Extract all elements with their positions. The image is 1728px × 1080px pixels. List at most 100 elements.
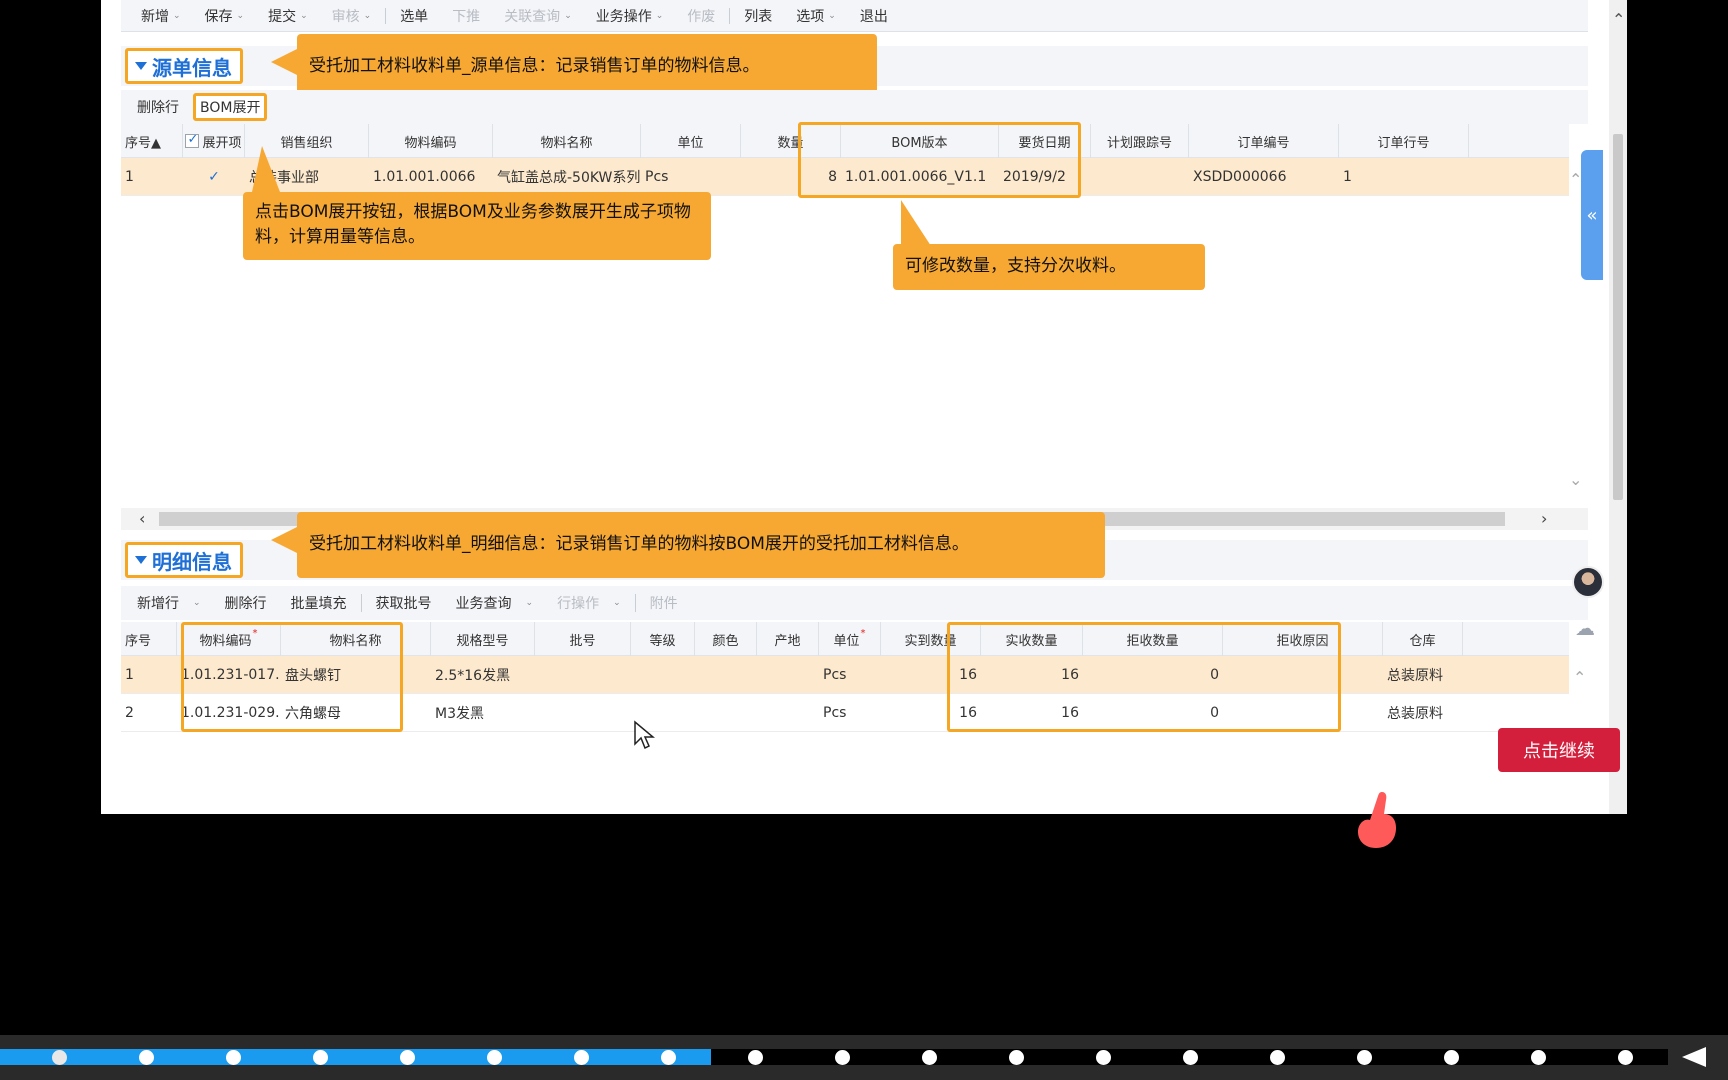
cell-seq: 2 <box>125 705 134 721</box>
cell-received[interactable]: 16 <box>981 656 1083 694</box>
continue-button[interactable]: 点击继续 <box>1498 728 1620 772</box>
source-column-header[interactable]: 数量 <box>741 124 841 158</box>
source-section-title[interactable]: 源单信息 <box>125 48 243 84</box>
progress-step-dot[interactable] <box>400 1050 415 1065</box>
progress-step-dot[interactable] <box>226 1050 241 1065</box>
detail-column-header[interactable]: 产地 <box>757 622 819 656</box>
scroll-top-icon[interactable]: ⌃ <box>1612 10 1625 29</box>
toolbar-button-label: 审核 <box>331 8 360 25</box>
table-row[interactable]: 2 1.01.231-029... 六角螺母 M3发黑 Pcs 16 16 0 总装原料 <box>121 694 1569 732</box>
column-label: 物料名称 <box>540 135 593 151</box>
progress-step-dot[interactable] <box>661 1050 676 1065</box>
chevron-down-icon: ⌄ <box>613 598 621 608</box>
scroll-left-icon[interactable]: ‹ <box>139 509 145 528</box>
source-column-header[interactable]: 单位 <box>641 124 741 158</box>
source-column-header[interactable]: 订单编号 <box>1189 124 1339 158</box>
source-column-header[interactable]: 序号▲ <box>121 124 183 158</box>
detail-column-header[interactable]: 颜色 <box>695 622 757 656</box>
progress-step-dot[interactable] <box>1009 1050 1024 1065</box>
progress-step-dot[interactable] <box>1183 1050 1198 1065</box>
toolbar-button[interactable]: 选项 ⌄ <box>784 6 848 26</box>
cell-qty[interactable]: 8 <box>741 158 841 196</box>
progress-step-dot[interactable] <box>835 1050 850 1065</box>
detail-toolbar-button[interactable]: 批量填充 <box>279 593 359 613</box>
check-icon[interactable]: ✓ <box>208 169 220 185</box>
column-label: 物料名称 <box>329 633 382 649</box>
toolbar-button[interactable]: 保存 ⌄ <box>193 6 257 26</box>
detail-section-title[interactable]: 明细信息 <box>125 542 243 578</box>
scroll-right-icon[interactable]: › <box>1541 509 1547 528</box>
detail-column-header[interactable]: 物料名称 <box>281 622 431 656</box>
bom-expand-button[interactable]: BOM展开 <box>193 93 268 121</box>
progress-step-dot[interactable] <box>1618 1050 1633 1065</box>
progress-step-dot[interactable] <box>52 1050 67 1065</box>
detail-column-header[interactable]: 拒收数量 <box>1083 622 1223 656</box>
detail-column-header[interactable]: 单位 * <box>819 622 881 656</box>
detail-column-header[interactable]: 仓库 <box>1383 622 1463 656</box>
progress-step-dot[interactable] <box>574 1050 589 1065</box>
detail-column-header[interactable]: 物料编码 * <box>177 622 281 656</box>
progress-step-dot[interactable] <box>922 1050 937 1065</box>
cell-arrived[interactable]: 16 <box>881 656 981 694</box>
source-column-header[interactable]: 订单行号 <box>1339 124 1469 158</box>
detail-toolbar-button[interactable]: 删除行 <box>213 593 279 613</box>
cell-order: XSDD000066 <box>1193 169 1287 185</box>
collapse-panel-tab[interactable]: « <box>1581 150 1603 280</box>
detail-column-header[interactable]: 拒收原因 <box>1223 622 1383 656</box>
source-column-header[interactable]: 要货日期 <box>999 124 1091 158</box>
column-label: 实收数量 <box>1005 633 1058 649</box>
toolbar-button[interactable]: 新增 ⌄ <box>129 6 193 26</box>
toolbar-button[interactable]: 选单 <box>388 6 440 26</box>
source-grid: 序号▲ 展开项 销售组织 物料编码 物料名称 单位 数量 BOM版本 要货日期 计划跟踪号 订单编号… <box>121 124 1569 196</box>
delete-row-button[interactable]: 删除行 <box>125 97 191 117</box>
progress-step-dot[interactable] <box>1357 1050 1372 1065</box>
avatar[interactable] <box>1572 566 1604 598</box>
detail-column-header[interactable]: 序号 <box>121 622 177 656</box>
checkbox-icon[interactable] <box>185 132 200 148</box>
progress-step-dot[interactable] <box>139 1050 154 1065</box>
source-column-header[interactable]: 展开项 <box>183 124 245 158</box>
progress-step-dot[interactable] <box>487 1050 502 1065</box>
source-column-header[interactable]: BOM版本 <box>841 124 999 158</box>
cell-received[interactable]: 16 <box>981 694 1083 732</box>
detail-chevron-up-icon[interactable]: ⌃ <box>1573 668 1586 687</box>
progress-step-dot[interactable] <box>1531 1050 1546 1065</box>
detail-column-header[interactable]: 批号 <box>535 622 631 656</box>
progress-step-dot[interactable] <box>748 1050 763 1065</box>
vertical-scrollbar[interactable]: ⌃ <box>1609 0 1627 814</box>
cell-bom[interactable]: 1.01.001.0066_V1.1 <box>841 158 999 196</box>
progress-step-dot[interactable] <box>1270 1050 1285 1065</box>
vertical-scroll-thumb[interactable] <box>1613 134 1623 500</box>
detail-column-header[interactable]: 规格型号 <box>431 622 535 656</box>
progress-step-dot[interactable] <box>313 1050 328 1065</box>
toolbar-button[interactable]: 提交 ⌄ <box>256 6 320 26</box>
progress-step-dot[interactable] <box>1096 1050 1111 1065</box>
source-column-header[interactable]: 物料编码 <box>369 124 493 158</box>
source-column-header[interactable]: 计划跟踪号 <box>1091 124 1189 158</box>
detail-toolbar-button[interactable]: 新增行 ⌄ <box>125 593 213 613</box>
detail-column-header[interactable]: 实到数量 <box>881 622 981 656</box>
table-row[interactable]: 1 1.01.231-017... 盘头螺钉 2.5*16发黑 Pcs 16 16 0 总装原料 <box>121 656 1569 694</box>
toolbar-button[interactable]: 业务操作 ⌄ <box>584 6 676 26</box>
chevron-down-icon: ⌄ <box>525 598 534 608</box>
progress-step-dot[interactable] <box>1444 1050 1459 1065</box>
detail-column-header[interactable]: 实收数量 <box>981 622 1083 656</box>
toolbar-button[interactable]: 退出 <box>848 6 900 26</box>
slide-progress-bar[interactable] <box>0 1035 1728 1080</box>
column-label: 展开项 <box>202 135 242 151</box>
cell-rejected[interactable]: 0 <box>1083 694 1223 732</box>
cell-rejected[interactable]: 0 <box>1083 656 1223 694</box>
cell-seq: 1 <box>125 667 134 683</box>
column-label: 序号▲ <box>125 135 161 151</box>
detail-column-header[interactable]: 等级 <box>631 622 695 656</box>
table-row[interactable]: 1 ✓ 总装事业部 1.01.001.0066 气缸盖总成-50KW系列 Pcs 8 1.01… <box>121 158 1569 196</box>
previous-arrow-icon[interactable] <box>1682 1047 1706 1067</box>
source-column-header[interactable]: 物料名称 <box>493 124 641 158</box>
cloud-icon[interactable]: ☁ <box>1575 616 1595 640</box>
toolbar-button[interactable]: 列表 <box>732 6 784 26</box>
chevron-down-icon[interactable]: ⌄ <box>1569 470 1582 489</box>
detail-toolbar-button[interactable]: 业务查询 ⌄ <box>444 593 546 613</box>
cell-arrived[interactable]: 16 <box>881 694 981 732</box>
column-label: 单位 <box>677 135 704 151</box>
detail-toolbar-button[interactable]: 获取批号 <box>364 593 444 613</box>
